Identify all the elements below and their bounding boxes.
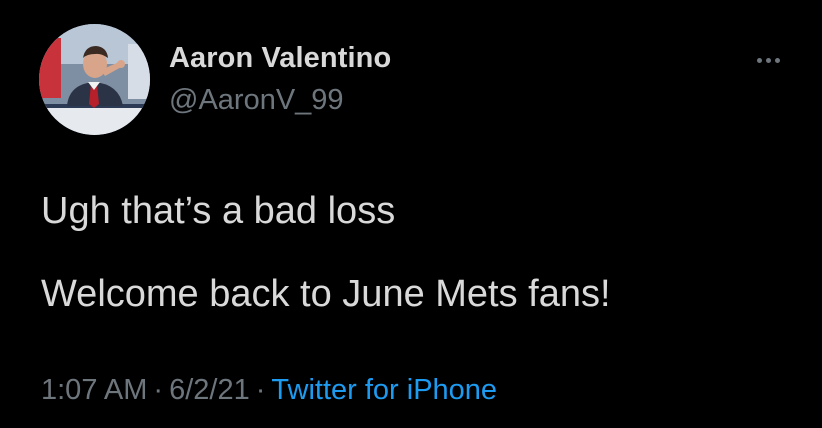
author-display-name[interactable]: Aaron Valentino bbox=[169, 42, 391, 75]
tweet-text-line: Welcome back to June Mets fans! bbox=[41, 273, 611, 315]
more-horizontal-icon-dot bbox=[774, 57, 780, 63]
author-handle[interactable]: @AaronV_99 bbox=[169, 84, 344, 117]
meta-separator: · bbox=[153, 374, 164, 406]
meta-separator: · bbox=[255, 374, 266, 406]
tweet: Aaron Valentino @AaronV_99 Ugh that’s a … bbox=[0, 0, 822, 428]
more-options-button[interactable] bbox=[750, 50, 786, 70]
tweet-time[interactable]: 1:07 AM bbox=[41, 374, 147, 406]
tweet-text-line: Ugh that’s a bad loss bbox=[41, 190, 396, 232]
more-horizontal-icon-dot bbox=[765, 57, 771, 63]
tweet-meta: 1:07 AM · 6/2/21 · Twitter for iPhone bbox=[41, 374, 497, 407]
tweet-source-link[interactable]: Twitter for iPhone bbox=[271, 374, 497, 406]
tweet-date[interactable]: 6/2/21 bbox=[169, 374, 250, 406]
avatar-image bbox=[39, 24, 150, 135]
more-horizontal-icon-dot bbox=[756, 57, 762, 63]
avatar[interactable] bbox=[39, 24, 150, 135]
